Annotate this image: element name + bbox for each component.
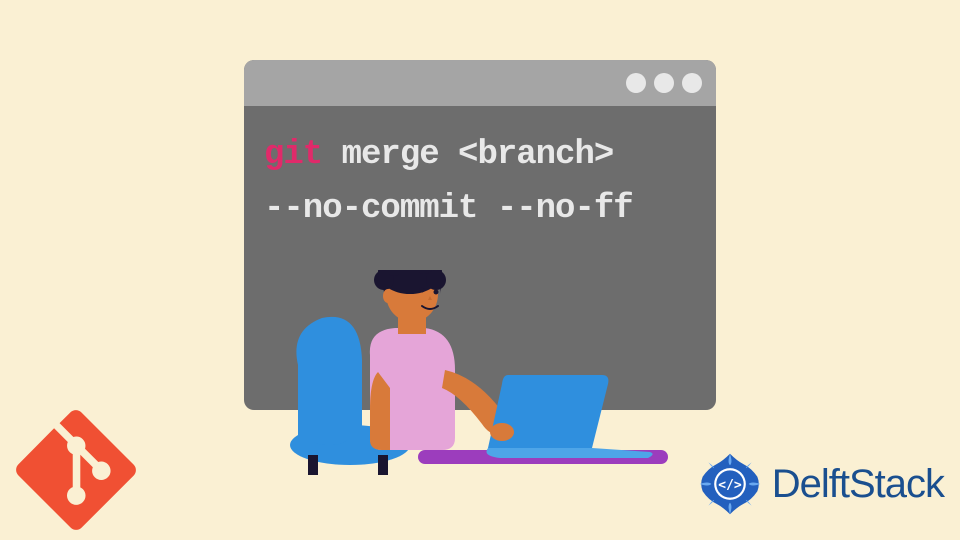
delftstack-logo: </> DelftStack [694,448,944,520]
window-dot-icon [626,73,646,93]
command-line-2: --no-commit --no-ff [264,182,696,236]
window-dot-icon [654,73,674,93]
window-dot-icon [682,73,702,93]
delftstack-text: DelftStack [772,462,944,507]
terminal-body: git merge <branch> --no-commit --no-ff [244,106,716,259]
terminal-titlebar [244,60,716,106]
svg-text:</>: </> [718,478,742,493]
command-line-1: git merge <branch> [264,128,696,182]
person-laptop-illustration [250,270,680,480]
git-keyword: git [264,136,322,174]
git-logo-icon [16,410,136,530]
delftstack-emblem-icon: </> [694,448,766,520]
command-text: merge <branch> [322,136,613,174]
